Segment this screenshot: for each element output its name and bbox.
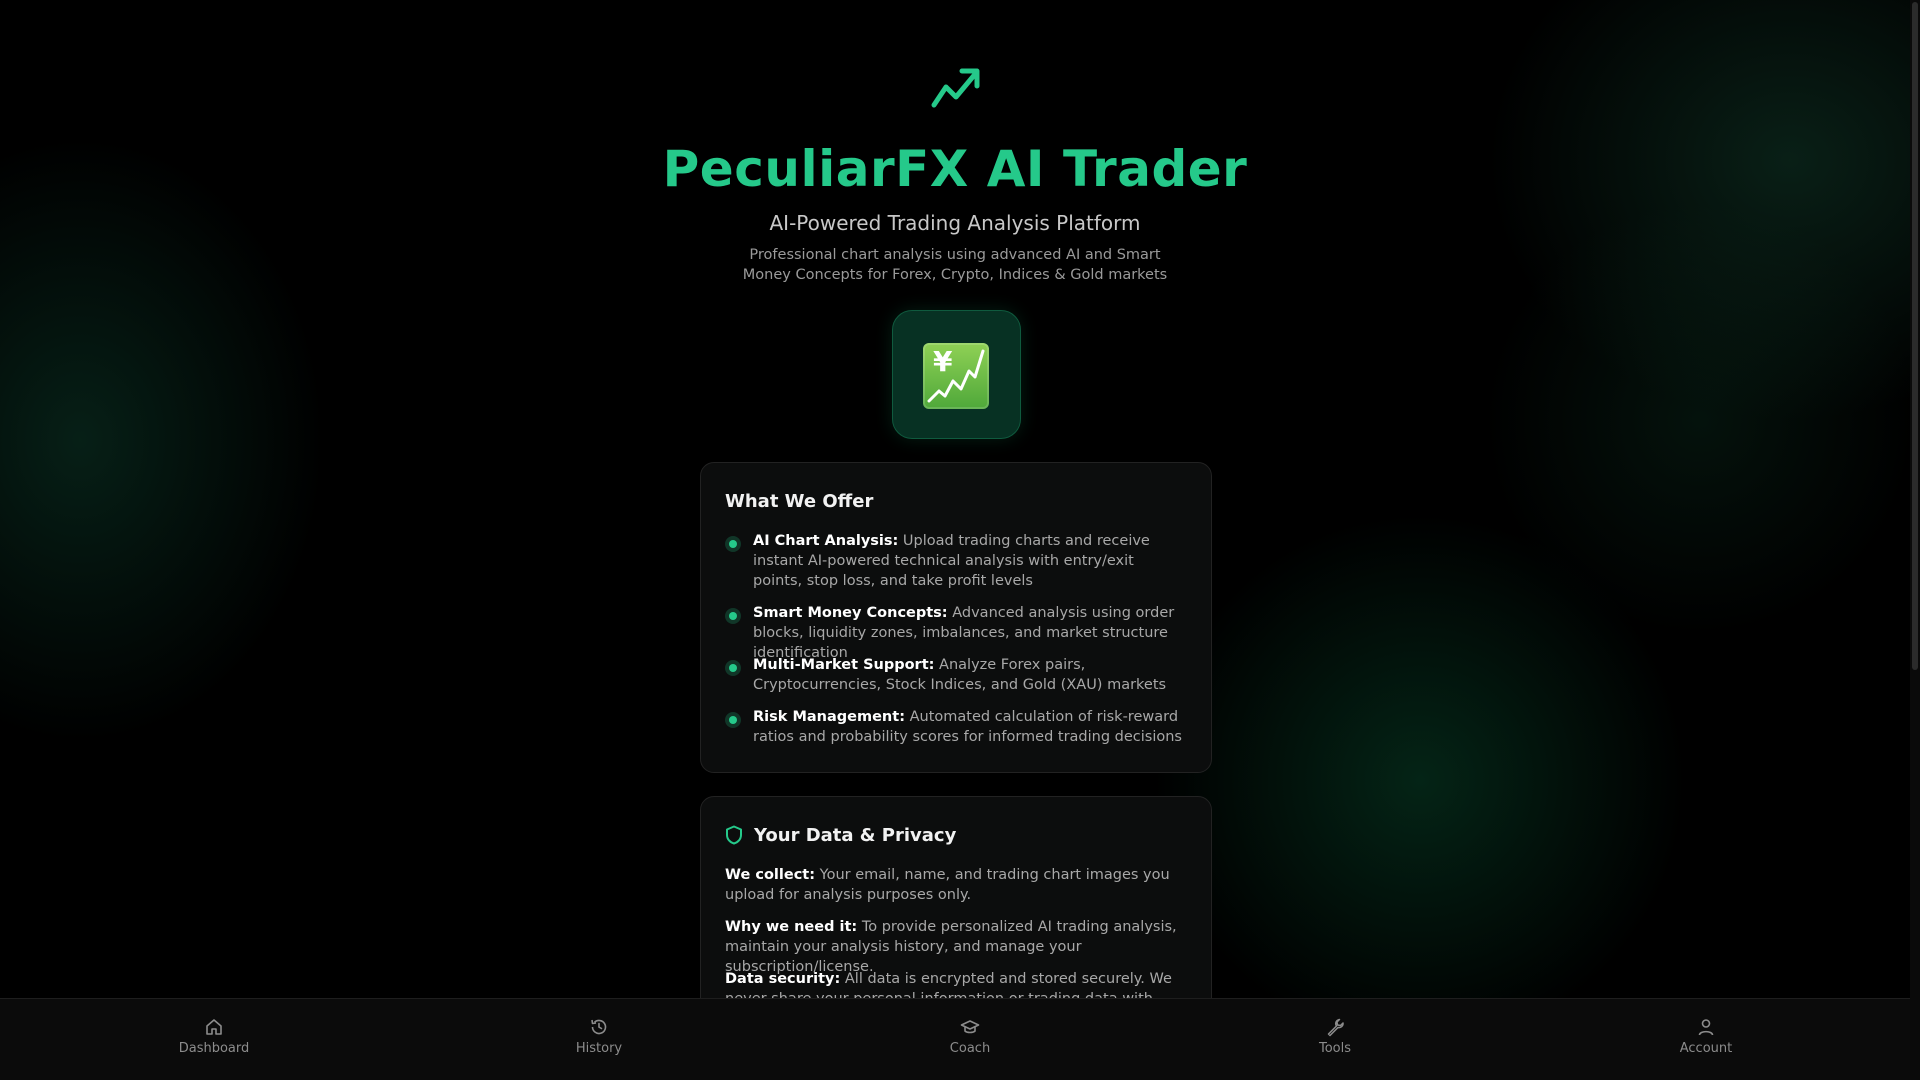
privacy-title: Your Data & Privacy — [754, 825, 957, 846]
bullet-dot-icon — [725, 660, 741, 676]
offer-card: What We Offer AI Chart Analysis: Upload … — [700, 462, 1212, 773]
nav-item-account[interactable]: Account — [1646, 1017, 1766, 1056]
nav-item-label: Account — [1679, 1041, 1733, 1056]
wrench-icon — [1327, 1018, 1344, 1037]
nav-item-dashboard[interactable]: Dashboard — [154, 1017, 274, 1056]
chart-increasing-with-yen-icon: ¥ — [923, 343, 989, 409]
privacy-item: We collect: Your email, name, and tradin… — [725, 865, 1190, 905]
main-page: PeculiarFX AI Trader AI-Powered Trading … — [0, 0, 1910, 1080]
privacy-item-label: We collect: — [725, 867, 816, 883]
bottom-nav: Dashboard History Coach Tools Account — [0, 998, 1910, 1080]
offer-item-label: AI Chart Analysis: — [753, 533, 899, 549]
history-icon — [591, 1019, 607, 1035]
shield-icon — [726, 825, 742, 845]
scrollbar-thumb[interactable] — [1912, 2, 1918, 670]
nav-item-label: History — [575, 1041, 623, 1056]
bullet-dot-icon — [725, 712, 741, 728]
offer-item-label: Risk Management: — [753, 709, 905, 725]
app-subtitle: AI-Powered Trading Analysis Platform — [769, 211, 1141, 235]
offer-item: AI Chart Analysis: Upload trading charts… — [753, 531, 1183, 591]
logo-yen-glyph: ¥ — [933, 345, 953, 378]
trending-up-icon — [931, 68, 980, 108]
offer-item-label: Smart Money Concepts: — [753, 605, 948, 621]
bullet-dot-icon — [725, 608, 741, 624]
user-icon — [1698, 1019, 1714, 1036]
privacy-item: Why we need it: To provide personalized … — [725, 917, 1190, 977]
nav-item-label: Coach — [949, 1041, 991, 1056]
scrollbar[interactable] — [1910, 0, 1920, 1080]
nav-item-coach[interactable]: Coach — [910, 1017, 1030, 1056]
nav-item-history[interactable]: History — [539, 1017, 659, 1056]
offer-item: Risk Management: Automated calculation o… — [753, 707, 1183, 747]
app-logo: ¥ — [892, 310, 1021, 439]
privacy-item-label: Why we need it: — [725, 919, 858, 935]
app-title: PeculiarFX AI Trader — [662, 140, 1248, 198]
home-icon — [206, 1019, 222, 1035]
privacy-item-label: Data security: — [725, 971, 841, 987]
graduation-cap-icon — [960, 1020, 980, 1034]
nav-item-tools[interactable]: Tools — [1275, 1017, 1395, 1056]
offer-item: Smart Money Concepts: Advanced analysis … — [753, 603, 1183, 663]
offer-title: What We Offer — [725, 491, 874, 512]
app-description: Professional chart analysis using advanc… — [742, 247, 1168, 283]
offer-item-label: Multi-Market Support: — [753, 657, 935, 673]
nav-item-label: Dashboard — [178, 1041, 250, 1056]
bullet-dot-icon — [725, 536, 741, 552]
nav-item-label: Tools — [1318, 1041, 1352, 1056]
offer-item: Multi-Market Support: Analyze Forex pair… — [753, 655, 1183, 695]
